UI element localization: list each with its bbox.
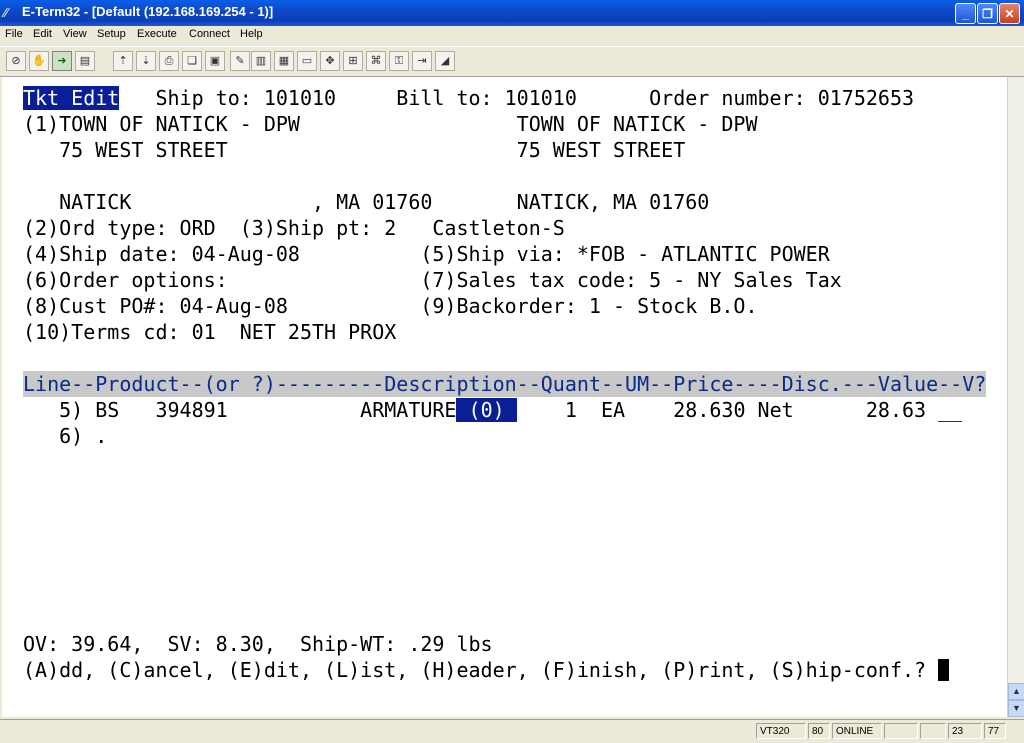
window-title: E-Term32 - [Default (192.168.169.254 - 1… — [22, 4, 274, 19]
header-row: Tkt Edit Ship to: 101010 Bill to: 101010… — [23, 85, 914, 111]
menu-setup[interactable]: Setup — [97, 28, 126, 40]
menu-connect[interactable]: Connect — [189, 28, 230, 40]
printer-icon[interactable]: ⎙ — [159, 51, 179, 71]
menu-edit[interactable]: Edit — [33, 28, 52, 40]
restore-button[interactable]: ❐ — [977, 3, 998, 24]
minimize-button[interactable]: _ — [955, 3, 976, 24]
text-cursor — [938, 659, 950, 681]
tkt-edit-label: Tkt Edit — [23, 86, 120, 110]
customer-name-row: (1)TOWN OF NATICK - DPW TOWN OF NATICK -… — [23, 112, 758, 136]
app-icon: ⁄⁄ — [4, 5, 9, 20]
terms-row: (10)Terms cd: 01 NET 25TH PROX — [23, 320, 397, 344]
exit-icon[interactable]: ⇥ — [412, 51, 432, 71]
upload-icon[interactable]: ⇡ — [113, 51, 133, 71]
city-row: NATICK , MA 01760 NATICK, MA 01760 — [23, 190, 710, 214]
close-button[interactable]: ✕ — [999, 3, 1020, 24]
order-type-row: (2)Ord type: ORD (3)Ship pt: 2 Castleton… — [23, 216, 565, 240]
emulation-status: VT320 — [756, 723, 806, 739]
title-bar: ⁄⁄ E-Term32 - [Default (192.168.169.254 … — [0, 0, 1024, 26]
status-cell-blank-1 — [884, 723, 918, 739]
connection-status: ONLINE — [832, 723, 882, 739]
scroll-down-icon[interactable]: ▼ — [1008, 700, 1024, 717]
order-options-row: (6)Order options: (7)Sales tax code: 5 -… — [23, 268, 842, 292]
edit-icon[interactable]: ✎ — [230, 51, 250, 71]
status-bar: VT320 80 ONLINE 23 77 — [0, 719, 1024, 743]
menu-bar: File Edit View Setup Execute Connect Hel… — [0, 26, 1024, 45]
status-cell-blank-2 — [920, 723, 946, 739]
menu-help[interactable]: Help — [240, 28, 263, 40]
ship-date-row: (4)Ship date: 04-Aug-08 (5)Ship via: *FO… — [23, 242, 830, 266]
display-132-icon[interactable]: ▭ — [297, 51, 317, 71]
script-icon[interactable]: ⌘ — [366, 51, 386, 71]
order-totals: OV: 39.64, SV: 8.30, Ship-WT: .29 lbs — [23, 632, 493, 656]
toolbar: ⊘ ✋ ➜ ▤ ⇡ ⇣ ⎙ ❏ ▣ ✎ ▥ ▦ ▭ ✥ ⊞ ⌘ ⚿ ⇥ ◢ — [0, 46, 1024, 77]
hand-icon[interactable]: ✋ — [29, 51, 49, 71]
cursor-row-status: 23 — [948, 723, 982, 739]
command-prompt[interactable]: (A)dd, (C)ancel, (E)dit, (L)ist, (H)eade… — [23, 657, 950, 683]
cursor-col-status: 77 — [984, 723, 1006, 739]
key-icon[interactable]: ⚿ — [389, 51, 409, 71]
cust-po-row: (8)Cust PO#: 04-Aug-08 (9)Backorder: 1 -… — [23, 294, 758, 318]
vertical-scrollbar[interactable]: ▲ ▼ — [1007, 77, 1024, 717]
line-items-header: Line--Product--(or ?)---------Descriptio… — [23, 371, 987, 397]
address-row: 75 WEST STREET 75 WEST STREET — [23, 138, 686, 162]
scroll-up-icon[interactable]: ▲ — [1008, 683, 1024, 700]
disconnect-icon[interactable]: ⊘ — [6, 51, 26, 71]
menu-view[interactable]: View — [63, 28, 87, 40]
paste-icon[interactable]: ▣ — [205, 51, 225, 71]
print-screen-icon[interactable]: ▤ — [75, 51, 95, 71]
ship-bill-order: Ship to: 101010 Bill to: 101010 Order nu… — [119, 86, 915, 110]
connect-icon[interactable]: ➜ — [52, 51, 72, 71]
line-item-5-product: 5) BS 394891 ARMATURE — [23, 398, 457, 422]
menu-file[interactable]: File — [5, 28, 23, 40]
line-item-6[interactable]: 6) . — [23, 423, 107, 449]
copy-icon[interactable]: ❏ — [182, 51, 202, 71]
menu-execute[interactable]: Execute — [137, 28, 177, 40]
slash-icon[interactable]: ◢ — [435, 51, 455, 71]
columns-status: 80 — [808, 723, 830, 739]
line-item-5[interactable]: 5) BS 394891 ARMATURE (0) 1 EA 28.630 Ne… — [23, 397, 962, 423]
line-item-5-values: 1 EA 28.630 Net 28.63 __ — [516, 398, 963, 422]
description-highlight: (0) — [456, 398, 517, 422]
download-icon[interactable]: ⇣ — [136, 51, 156, 71]
prompt-text: (A)dd, (C)ancel, (E)dit, (L)ist, (H)eade… — [23, 658, 939, 682]
network-icon[interactable]: ⊞ — [343, 51, 363, 71]
columns-icon[interactable]: ▦ — [274, 51, 294, 71]
move-icon[interactable]: ✥ — [320, 51, 340, 71]
terminal-screen[interactable]: Tkt Edit Ship to: 101010 Bill to: 101010… — [2, 77, 1007, 717]
document-icon[interactable]: ▥ — [251, 51, 271, 71]
